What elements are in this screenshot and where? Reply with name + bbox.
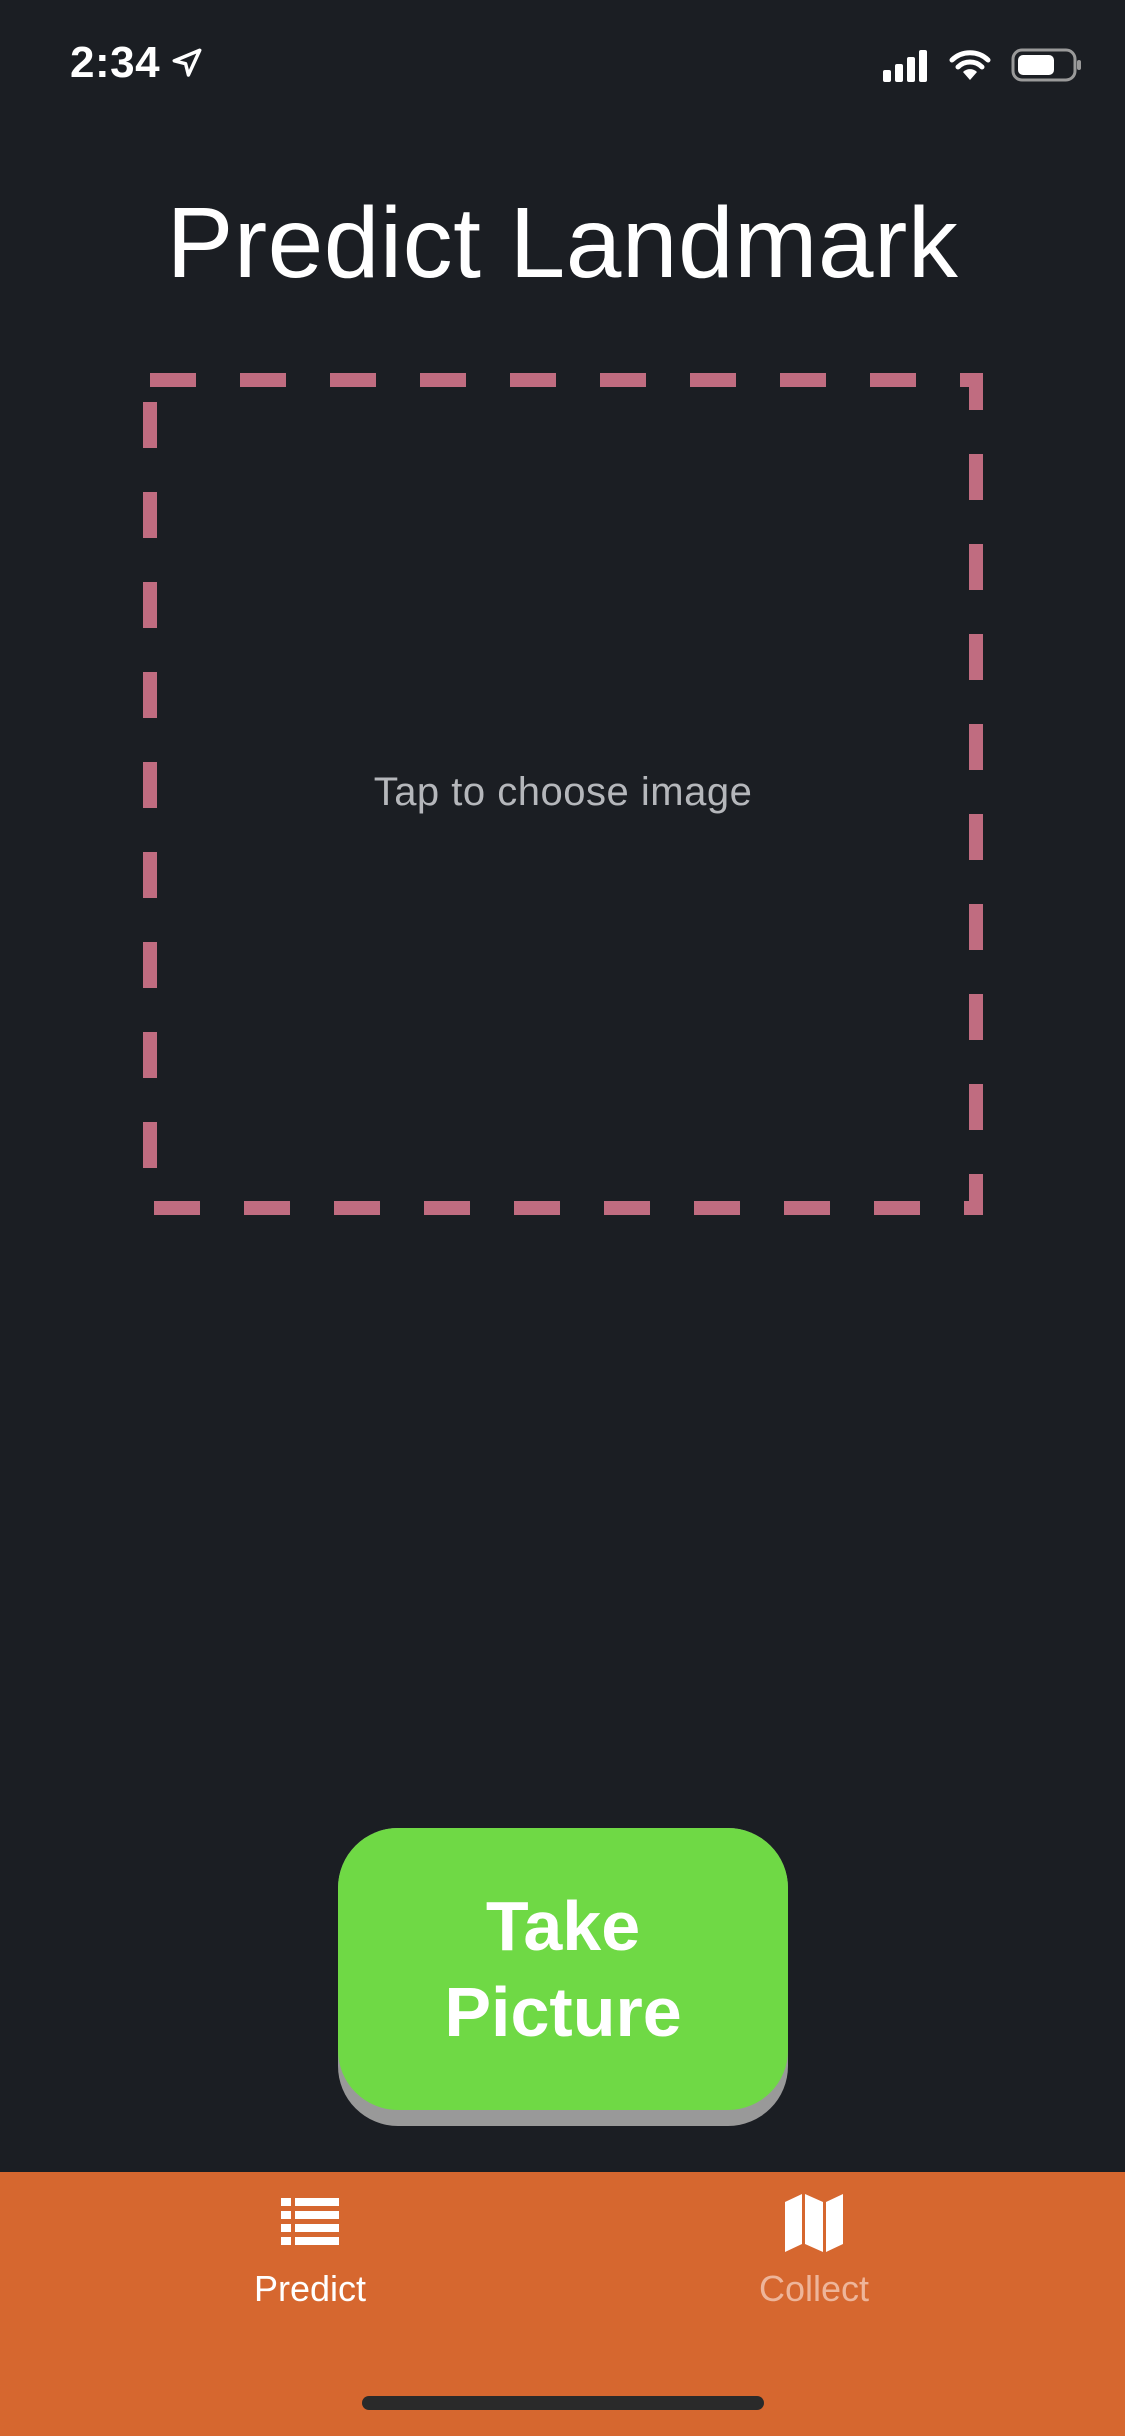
tab-bar: Predict Collect: [0, 2172, 1125, 2436]
tab-collect[interactable]: Collect: [664, 2192, 964, 2332]
image-picker-label: Tap to choose image: [373, 770, 753, 814]
wifi-icon: [949, 50, 991, 80]
status-icons: [883, 48, 1083, 82]
screen: 2:34 Predict Landmark Tap to choose imag…: [0, 0, 1125, 2436]
take-picture-label: Take Picture: [444, 1887, 682, 2051]
signal-icon: [883, 48, 931, 82]
page-title: Predict Landmark: [166, 187, 959, 299]
tab-predict-label: Predict: [253, 2268, 367, 2309]
list-icon: [281, 2198, 339, 2245]
tab-collect-label: Collect: [758, 2268, 870, 2309]
take-picture-button-face: Take Picture: [338, 1828, 788, 2110]
status-time: 2:34: [70, 38, 161, 87]
tab-predict[interactable]: Predict: [160, 2192, 460, 2332]
battery-icon: [1011, 48, 1081, 82]
take-picture-button[interactable]: Take Picture: [338, 1828, 788, 2126]
status-time-group: 2:34: [70, 38, 204, 88]
location-arrow-icon: [172, 48, 202, 77]
map-icon: [785, 2194, 843, 2252]
status-bar: 2:34: [0, 0, 1125, 130]
image-picker[interactable]: Tap to choose image: [142, 372, 984, 1216]
home-indicator[interactable]: [362, 2396, 764, 2410]
